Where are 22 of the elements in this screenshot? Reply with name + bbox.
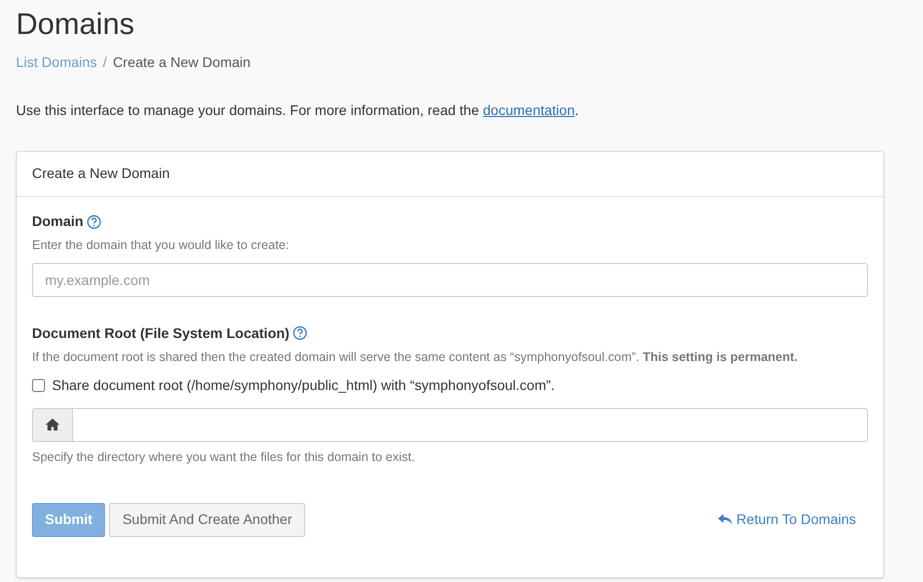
page-title: Domains bbox=[16, 7, 136, 43]
domain-input[interactable]: my.example.com bbox=[32, 262, 868, 297]
help-icon[interactable] bbox=[87, 214, 102, 228]
help-text: If the document root is shared then the created domain will serve the same content as “symphonyofsoul.com”. This setting is permanent. bbox=[32, 348, 799, 366]
field-label: Domain bbox=[32, 212, 84, 231]
documentation-link[interactable]: documentation bbox=[482, 102, 575, 118]
reply-arrow-icon bbox=[718, 514, 732, 525]
breadcrumb-link[interactable]: List Domains bbox=[16, 52, 97, 73]
breadcrumb-current: Create a New Domain bbox=[112, 53, 251, 72]
return-link[interactable]: Return To Domains bbox=[718, 509, 856, 530]
home-icon bbox=[45, 418, 60, 432]
breadcrumb-separator: / bbox=[102, 53, 107, 72]
checkbox-label: Share document root (/home/symphony/public_html) with “symphonyofsoul.com”. bbox=[52, 376, 555, 395]
submit-another-button[interactable]: Submit And Create Another bbox=[109, 502, 306, 536]
intro-text: Use this interface to manage your domains. For more information, read the documentation. bbox=[16, 101, 580, 120]
help-text: Enter the domain that you would like to create: bbox=[32, 237, 290, 254]
help-icon[interactable] bbox=[293, 326, 308, 340]
help-text: Specify the directory where you want the files for this domain to exist. bbox=[32, 448, 416, 466]
directory-input[interactable] bbox=[32, 408, 868, 442]
share-checkbox[interactable] bbox=[32, 378, 45, 392]
panel-title: Create a New Domain bbox=[32, 165, 170, 181]
field-label: Document Root (File System Location) bbox=[32, 324, 290, 343]
